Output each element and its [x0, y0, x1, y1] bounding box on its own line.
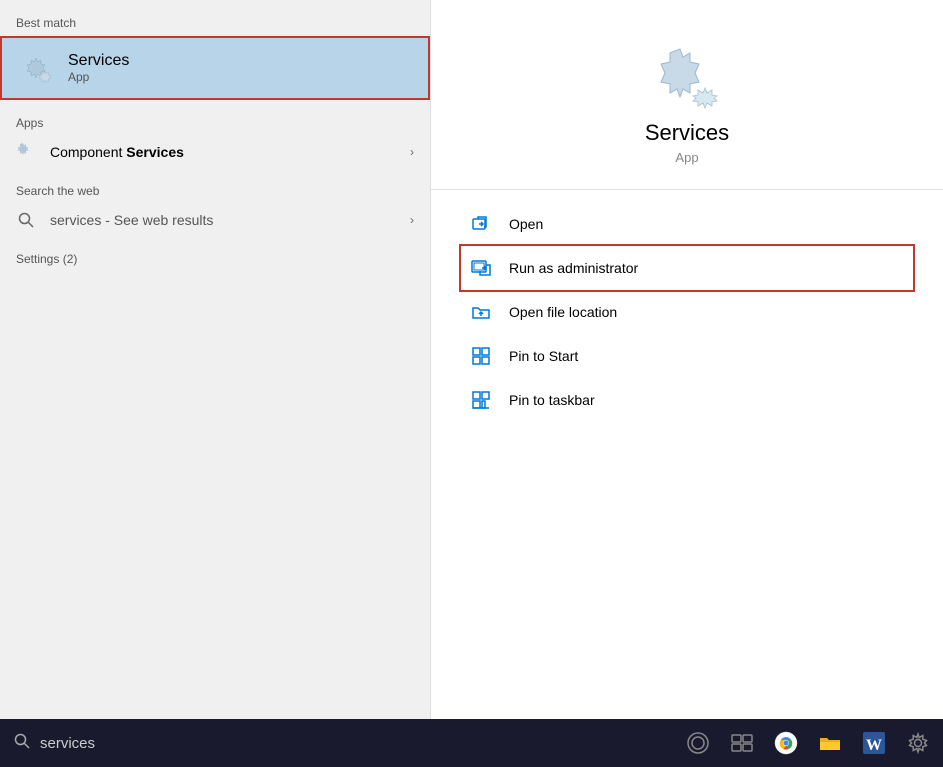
taskbar-search-icon — [14, 733, 30, 754]
task-view-icon[interactable] — [727, 728, 757, 758]
component-services-name: Component Services — [50, 144, 410, 160]
search-area: Best match — [0, 0, 943, 719]
action-pin-to-start[interactable]: Pin to Start — [461, 334, 913, 378]
services-icon-large — [647, 40, 727, 120]
web-label: Search the web — [0, 178, 430, 202]
action-run-as-admin[interactable]: Run as administrator — [461, 246, 913, 290]
component-services-item[interactable]: Component Services › — [0, 134, 430, 170]
app-detail-subtitle: App — [675, 150, 698, 165]
apps-section: Apps Component Services › — [0, 110, 430, 170]
taskbar-icons: W — [430, 728, 943, 758]
web-search-item[interactable]: services - See web results › — [0, 202, 430, 238]
settings-section: Settings (2) — [0, 246, 430, 270]
open-file-location-icon — [469, 300, 493, 324]
taskbar-search-area[interactable]: services — [0, 719, 430, 767]
file-explorer-icon[interactable] — [815, 728, 845, 758]
component-services-chevron: › — [410, 145, 414, 159]
taskbar: services — [0, 719, 943, 767]
settings-icon[interactable] — [903, 728, 933, 758]
best-match-title: Services — [68, 52, 129, 70]
web-search-chevron: › — [410, 213, 414, 227]
cortana-icon[interactable] — [683, 728, 713, 758]
app-detail-title: Services — [645, 120, 729, 146]
apps-label: Apps — [0, 110, 430, 134]
web-section: Search the web services - See web result… — [0, 178, 430, 238]
right-panel: Services App Open — [430, 0, 943, 719]
action-open-file-location-label: Open file location — [509, 304, 617, 320]
best-match-item[interactable]: Services App — [0, 36, 430, 100]
word-icon[interactable]: W — [859, 728, 889, 758]
best-match-label: Best match — [0, 10, 430, 34]
action-pin-to-taskbar[interactable]: Pin to taskbar — [461, 378, 913, 422]
action-list: Open Run as administrator — [431, 202, 943, 422]
web-search-text: services - See web results — [50, 212, 410, 228]
right-panel-divider — [431, 189, 943, 190]
action-pin-to-taskbar-label: Pin to taskbar — [509, 392, 595, 408]
open-icon — [469, 212, 493, 236]
run-as-admin-icon — [469, 256, 493, 280]
action-open-file-location[interactable]: Open file location — [461, 290, 913, 334]
best-match-subtitle: App — [68, 70, 129, 84]
taskbar-search-text: services — [40, 735, 95, 752]
services-icon-small — [16, 48, 56, 88]
action-pin-to-start-label: Pin to Start — [509, 348, 578, 364]
web-query: services — [50, 212, 101, 228]
main-container: Best match — [0, 0, 943, 767]
component-services-icon — [16, 142, 36, 162]
best-match-text: Services App — [68, 52, 129, 84]
pin-to-start-icon — [469, 344, 493, 368]
chrome-icon[interactable] — [771, 728, 801, 758]
action-open-label: Open — [509, 216, 543, 232]
web-search-icon — [16, 210, 36, 230]
action-open[interactable]: Open — [461, 202, 913, 246]
pin-to-taskbar-icon — [469, 388, 493, 412]
left-panel: Best match — [0, 0, 430, 719]
web-suffix: - See web results — [101, 212, 213, 228]
action-run-as-admin-label: Run as administrator — [509, 260, 638, 276]
settings-label: Settings (2) — [0, 246, 430, 270]
svg-text:W: W — [866, 737, 882, 754]
